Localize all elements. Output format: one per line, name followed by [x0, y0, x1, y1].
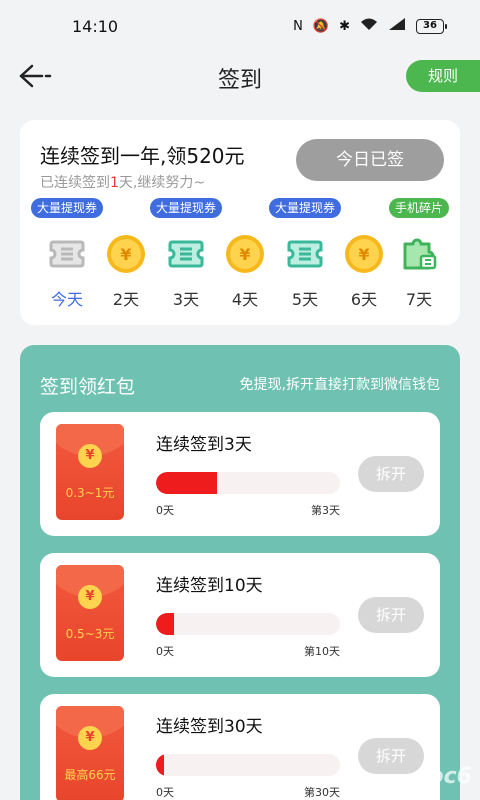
- red-packet-icon: ¥ 0.3~1元: [56, 424, 124, 520]
- packet-coin-icon: ¥: [78, 444, 102, 468]
- rules-button[interactable]: 规则: [406, 60, 480, 92]
- red-packet-card: ¥ 0.5~3元 连续签到10天 0天 第10天 拆开: [40, 553, 440, 677]
- packet-title: 连续签到10天: [156, 576, 263, 596]
- svg-text:¥: ¥: [120, 245, 131, 264]
- signed-today-button[interactable]: 今日已签: [296, 139, 444, 181]
- progress-min-label: 0天: [156, 504, 174, 517]
- packet-title: 连续签到30天: [156, 717, 263, 737]
- streak-prefix: 已连续签到: [40, 175, 110, 191]
- progress-min-label: 0天: [156, 786, 174, 799]
- wifi-icon: [360, 17, 378, 35]
- packet-title: 连续签到3天: [156, 435, 252, 455]
- reward-tag: 手机碎片: [388, 198, 450, 218]
- checkin-days: 大量提现券 今天 ¥ 2天 大量提现券 3天 ¥ 4天 大量提现券 5天 ¥ 6…: [20, 198, 460, 318]
- status-icons: N 🔕 ✱ 36: [293, 17, 447, 35]
- battery-icon: 36: [416, 18, 447, 34]
- coin-icon: ¥: [344, 234, 384, 274]
- progress-fill: [156, 754, 164, 776]
- status-bar: 14:10 N 🔕 ✱ 36: [0, 0, 480, 52]
- bluetooth-icon: ✱: [339, 18, 350, 34]
- watermark-logo: pc6: [427, 764, 472, 789]
- ticket-icon: [47, 234, 87, 274]
- day-label: 7天: [405, 290, 433, 309]
- progress-min-label: 0天: [156, 645, 174, 658]
- signal-icon: [388, 17, 406, 35]
- open-packet-button[interactable]: 拆开: [358, 738, 424, 774]
- progress-bar: [156, 613, 340, 635]
- progress-max-label: 第3天: [311, 504, 340, 517]
- nfc-icon: N: [293, 18, 303, 34]
- open-packet-button[interactable]: 拆开: [358, 456, 424, 492]
- packet-amount: 最高66元: [64, 768, 116, 782]
- packet-amount: 0.5~3元: [65, 627, 115, 641]
- svg-text:¥: ¥: [358, 245, 369, 264]
- section-title: 签到领红包: [40, 376, 136, 398]
- section-subtitle: 免提现,拆开直接打款到微信钱包: [239, 377, 440, 393]
- progress-max-label: 第30天: [304, 786, 340, 799]
- day-item: 手机碎片 7天: [384, 198, 454, 318]
- checkin-streak-text: 已连续签到1天,继续努力~: [40, 172, 205, 192]
- coin-icon: ¥: [225, 234, 265, 274]
- red-packet-card: ¥ 最高66元 连续签到30天 0天 第30天 拆开: [40, 694, 440, 800]
- open-packet-button[interactable]: 拆开: [358, 597, 424, 633]
- red-packet-icon: ¥ 0.5~3元: [56, 565, 124, 661]
- progress-max-label: 第10天: [304, 645, 340, 658]
- progress-bar: [156, 754, 340, 776]
- progress-fill: [156, 613, 174, 635]
- coin-icon: ¥: [106, 234, 146, 274]
- streak-suffix: 天,继续努力~: [118, 175, 206, 191]
- puzzle-icon: [399, 234, 439, 274]
- svg-text:¥: ¥: [239, 245, 250, 264]
- mute-icon: 🔕: [312, 18, 330, 34]
- packet-coin-icon: ¥: [78, 585, 102, 609]
- checkin-title: 连续签到一年,领520元: [40, 144, 245, 168]
- packet-amount: 0.3~1元: [65, 486, 115, 500]
- nav-bar: 签到 规则: [0, 52, 480, 100]
- checkin-card: 连续签到一年,领520元 已连续签到1天,继续努力~ 今日已签 大量提现券 今天…: [20, 120, 460, 325]
- red-packet-section: 签到领红包 免提现,拆开直接打款到微信钱包 ¥ 0.3~1元 连续签到3天 0天…: [20, 345, 460, 800]
- streak-count: 1: [110, 175, 119, 191]
- progress-fill: [156, 472, 217, 494]
- packet-coin-icon: ¥: [78, 726, 102, 750]
- progress-bar: [156, 472, 340, 494]
- ticket-icon: [285, 234, 325, 274]
- status-time: 14:10: [72, 16, 119, 36]
- red-packet-icon: ¥ 最高66元: [56, 706, 124, 800]
- ticket-icon: [166, 234, 206, 274]
- red-packet-card: ¥ 0.3~1元 连续签到3天 0天 第3天 拆开: [40, 412, 440, 536]
